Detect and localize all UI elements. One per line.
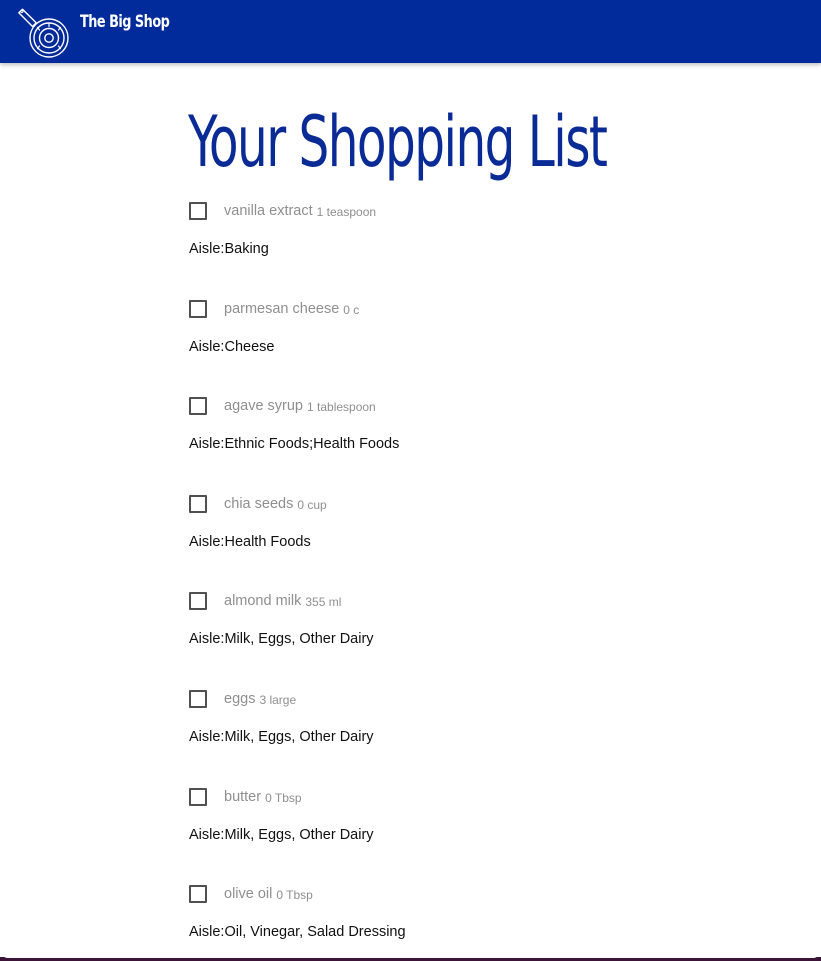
aisle-label: Aisle: <box>189 533 225 550</box>
item-quantity: 0 cup <box>297 497 327 512</box>
list-item: olive oil 0 Tbsp Aisle:Oil, Vinegar, Salad… <box>189 883 789 958</box>
item-quantity: 1 tablespoon <box>307 400 376 415</box>
item-checkbox[interactable] <box>189 202 207 220</box>
item-quantity: 0 Tbsp <box>276 888 313 903</box>
item-name: olive oil <box>224 886 273 903</box>
item-name: parmesan cheese <box>224 300 340 317</box>
item-aisle: Aisle:Milk, Eggs, Other Dairy <box>189 827 374 843</box>
navbar: The Big Shop <box>0 0 821 63</box>
aisle-label: Aisle: <box>189 924 225 941</box>
shopping-list: vanilla extract 1 teaspoon Aisle:Baking par… <box>189 200 789 958</box>
item-aisle: Aisle:Cheese <box>189 339 274 355</box>
item-aisle: Aisle:Health Foods <box>189 534 311 550</box>
brand-name[interactable]: The Big Shop <box>80 12 170 32</box>
list-item: eggs 3 large Aisle:Milk, Eggs, Other Dairy <box>189 688 789 786</box>
item-row: agave syrup 1 tablespoon <box>189 395 376 417</box>
item-name: butter <box>224 788 262 805</box>
item-row: parmesan cheese 0 c <box>189 298 359 320</box>
item-checkbox[interactable] <box>189 689 207 708</box>
item-aisle: Aisle:Milk, Eggs, Other Dairy <box>189 631 374 647</box>
item-checkbox[interactable] <box>189 787 207 806</box>
item-row: butter 0 Tbsp <box>189 786 302 808</box>
item-quantity: 3 large <box>259 692 297 707</box>
aisle-value: Ethnic Foods;Health Foods <box>224 436 400 453</box>
item-quantity: 1 teaspoon <box>316 205 377 219</box>
item-checkbox[interactable] <box>189 592 207 611</box>
item-quantity: 355 ml <box>305 595 342 610</box>
aisle-label: Aisle: <box>189 338 225 355</box>
list-item: chia seeds 0 cup Aisle:Health Foods <box>189 493 789 591</box>
list-item: butter 0 Tbsp Aisle:Milk, Eggs, Other Dair… <box>189 786 789 884</box>
item-quantity: 0 Tbsp <box>265 790 302 805</box>
item-row: almond milk 355 ml <box>189 590 341 612</box>
aisle-value: Baking <box>224 241 269 257</box>
item-name: eggs <box>224 690 256 707</box>
item-checkbox[interactable] <box>189 299 207 318</box>
item-row: olive oil 0 Tbsp <box>189 883 313 905</box>
list-item: vanilla extract 1 teaspoon Aisle:Baking <box>189 200 789 298</box>
item-aisle: Aisle:Ethnic Foods;Health Foods <box>189 436 399 452</box>
item-aisle: Aisle:Oil, Vinegar, Salad Dressing <box>189 924 406 940</box>
item-checkbox[interactable] <box>189 397 207 416</box>
aisle-value: Milk, Eggs, Other Dairy <box>224 728 374 745</box>
item-row: vanilla extract 1 teaspoon <box>189 200 376 222</box>
item-name: chia seeds <box>224 495 294 512</box>
aisle-label: Aisle: <box>189 728 225 745</box>
item-name: agave syrup <box>224 398 303 415</box>
aisle-value: Milk, Eggs, Other Dairy <box>224 631 374 648</box>
item-checkbox[interactable] <box>189 494 207 513</box>
item-checkbox[interactable] <box>189 885 207 904</box>
item-row: chia seeds 0 cup <box>189 493 327 515</box>
item-name: almond milk <box>224 593 302 610</box>
aisle-label: Aisle: <box>189 631 225 648</box>
page-title: Your Shopping List <box>188 101 608 183</box>
item-name: vanilla extract <box>224 203 313 219</box>
list-item: almond milk 355 ml Aisle:Milk, Eggs, Other… <box>189 590 789 688</box>
aisle-label: Aisle: <box>189 241 225 257</box>
aisle-value: Health Foods <box>224 533 311 550</box>
aisle-label: Aisle: <box>189 436 225 453</box>
item-aisle: Aisle:Baking <box>189 241 269 257</box>
item-aisle: Aisle:Milk, Eggs, Other Dairy <box>189 729 374 745</box>
frying-pan-icon[interactable] <box>16 5 70 59</box>
page: The Big Shop Your Shopping List vanilla … <box>0 0 821 958</box>
item-quantity: 0 c <box>343 302 360 317</box>
list-item: agave syrup 1 tablespoon Aisle:Ethnic Food… <box>189 395 789 493</box>
item-row: eggs 3 large <box>189 688 296 710</box>
list-item: parmesan cheese 0 c Aisle:Cheese <box>189 298 789 396</box>
aisle-value: Oil, Vinegar, Salad Dressing <box>224 924 406 941</box>
aisle-value: Milk, Eggs, Other Dairy <box>224 826 374 843</box>
aisle-value: Cheese <box>224 338 275 355</box>
aisle-label: Aisle: <box>189 826 225 843</box>
